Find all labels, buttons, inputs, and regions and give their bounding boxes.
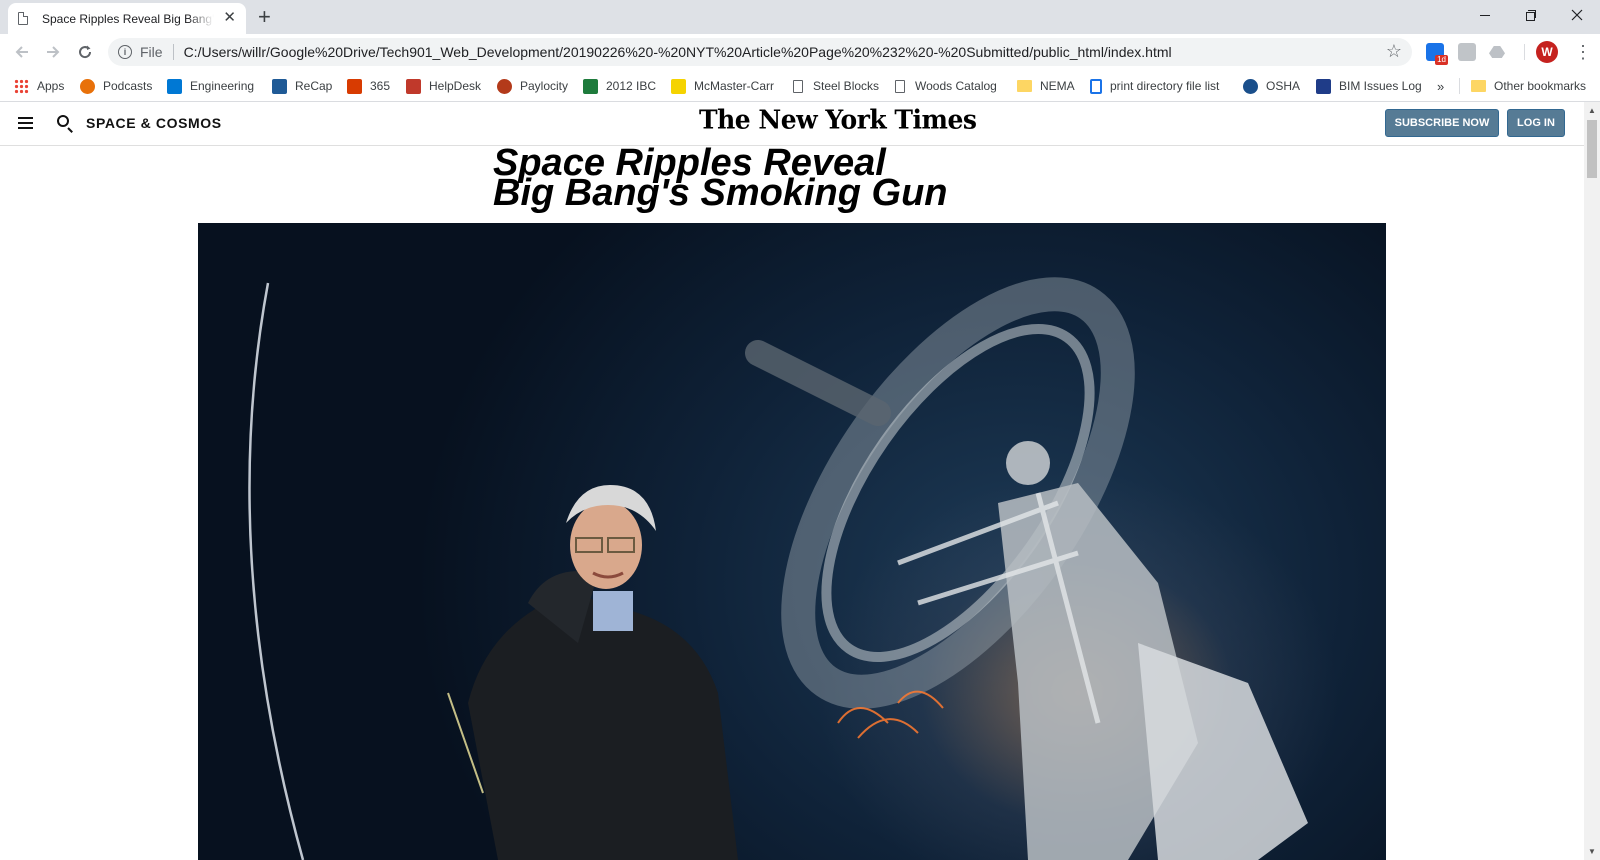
- nyt-logo[interactable]: The New York Times: [699, 104, 977, 134]
- bookmark-label: 365: [370, 79, 391, 93]
- bookmark-label: Other bookmarks: [1494, 79, 1587, 93]
- vertical-scrollbar[interactable]: ▲ ▼: [1584, 102, 1600, 860]
- forward-button[interactable]: [41, 40, 65, 64]
- bookmarks-bar: Apps Podcasts Engineering ReCap 365 Help…: [0, 70, 1600, 102]
- browser-toolbar: i File C:/Users/willr/Google%20Drive/Tec…: [0, 34, 1600, 70]
- bookmark-apps[interactable]: Apps: [14, 70, 64, 102]
- page-icon: [18, 12, 28, 25]
- tab-title: Space Ripples Reveal Big Bang's Smoking …: [42, 11, 214, 26]
- bookmark-recap[interactable]: ReCap: [272, 70, 332, 102]
- bookmark-label: print directory file list: [1110, 79, 1220, 93]
- tab-strip: Space Ripples Reveal Big Bang's Smoking …: [0, 0, 1600, 34]
- bookmark-podcasts[interactable]: Podcasts: [80, 70, 152, 102]
- toolbar-divider: [1524, 44, 1525, 60]
- page-viewport: SPACE & COSMOS The New York Times SUBSCR…: [0, 102, 1584, 860]
- reload-icon: [79, 45, 92, 59]
- arrow-left-icon: [15, 46, 28, 58]
- search-icon[interactable]: [57, 115, 69, 127]
- recap-icon: [272, 78, 287, 94]
- sharepoint-icon: [167, 78, 182, 94]
- scrollbar-thumb[interactable]: [1587, 120, 1597, 178]
- bookmark-label: Podcasts: [103, 79, 153, 93]
- back-button[interactable]: [10, 40, 34, 64]
- subscribe-button[interactable]: SUBSCRIBE NOW: [1385, 109, 1499, 137]
- more-menu-icon[interactable]: ⋮: [1574, 41, 1592, 63]
- hero-image: [198, 223, 1386, 860]
- mcmaster-icon: [671, 78, 686, 94]
- close-window-button[interactable]: [1554, 0, 1600, 30]
- close-icon: [1571, 9, 1583, 21]
- extension-badge: 1d: [1435, 55, 1448, 65]
- article-headline: Space Ripples Reveal Big Bang's Smoking …: [493, 144, 1053, 214]
- reload-button[interactable]: [73, 40, 97, 64]
- bookmark-label: McMaster-Carr: [694, 79, 774, 93]
- bookmarks-overflow-button[interactable]: »: [1437, 70, 1444, 102]
- headline-line-2: Big Bang's Smoking Gun: [493, 172, 948, 214]
- bookmark-label: BIM Issues Log: [1339, 79, 1422, 93]
- bookmark-steel-blocks[interactable]: Steel Blocks: [793, 70, 879, 102]
- bookmark-label: Paylocity: [520, 79, 569, 93]
- bookmark-label: Woods Catalog: [915, 79, 997, 93]
- extension-icon[interactable]: [1458, 43, 1476, 61]
- bookmark-mcmaster[interactable]: McMaster-Carr: [671, 70, 774, 102]
- bookmark-nema[interactable]: NEMA: [1017, 70, 1075, 102]
- bookmark-label: OSHA: [1266, 79, 1301, 93]
- tab-close-icon[interactable]: ✕: [223, 10, 236, 26]
- info-icon[interactable]: i: [118, 45, 132, 59]
- bookmark-label: NEMA: [1040, 79, 1075, 93]
- folder-icon: [1471, 80, 1486, 92]
- omnibox-divider: [172, 44, 174, 60]
- osha-icon: [1243, 78, 1258, 94]
- arrow-right-icon: [47, 46, 60, 58]
- profile-avatar[interactable]: W: [1536, 41, 1558, 63]
- login-button[interactable]: LOG IN: [1507, 109, 1565, 137]
- site-header: SPACE & COSMOS The New York Times SUBSCR…: [0, 102, 1584, 146]
- bookmark-osha[interactable]: OSHA: [1243, 70, 1300, 102]
- extension-calendar-icon[interactable]: 1d: [1426, 43, 1448, 65]
- bim-icon: [1316, 78, 1331, 94]
- bookmark-bim-issues[interactable]: BIM Issues Log: [1316, 70, 1422, 102]
- minimize-icon: [1480, 14, 1490, 16]
- restore-button[interactable]: [1508, 0, 1554, 30]
- url-text[interactable]: C:/Users/willr/Google%20Drive/Tech901_We…: [184, 44, 1172, 60]
- page-icon: [793, 79, 803, 93]
- apps-grid-icon: [14, 78, 29, 94]
- bracket-icon: [1090, 78, 1102, 94]
- restore-icon: [1526, 10, 1536, 21]
- bookmark-label: Steel Blocks: [813, 79, 880, 93]
- podcasts-icon: [80, 78, 95, 94]
- bookmark-engineering[interactable]: Engineering: [167, 70, 254, 102]
- section-label[interactable]: SPACE & COSMOS: [86, 115, 222, 131]
- bookmark-woods-catalog[interactable]: Woods Catalog: [895, 70, 997, 102]
- address-bar[interactable]: i File C:/Users/willr/Google%20Drive/Tec…: [108, 38, 1412, 66]
- paylocity-icon: [497, 78, 512, 94]
- bookmark-label: ReCap: [295, 79, 333, 93]
- bookmark-ibc[interactable]: 2012 IBC: [583, 70, 656, 102]
- bookmarks-divider: [1459, 78, 1460, 94]
- bookmark-other[interactable]: Other bookmarks: [1471, 70, 1586, 102]
- scroll-up-icon[interactable]: ▲: [1588, 106, 1596, 115]
- folder-icon: [1017, 80, 1032, 92]
- ibc-icon: [583, 78, 598, 94]
- office-365-icon: [347, 78, 362, 94]
- browser-tab-active[interactable]: Space Ripples Reveal Big Bang's Smoking …: [8, 3, 246, 34]
- drive-extension-icon[interactable]: [1488, 43, 1506, 61]
- scheme-label: File: [140, 44, 163, 60]
- minimize-button[interactable]: [1462, 0, 1508, 30]
- bookmark-print-directory[interactable]: print directory file list: [1090, 70, 1219, 102]
- bookmark-paylocity[interactable]: Paylocity: [497, 70, 568, 102]
- bookmark-365[interactable]: 365: [347, 70, 390, 102]
- bookmark-helpdesk[interactable]: HelpDesk: [406, 70, 481, 102]
- bookmark-label: 2012 IBC: [606, 79, 657, 93]
- new-tab-button[interactable]: +: [258, 4, 271, 30]
- bookmark-label: Engineering: [190, 79, 255, 93]
- bookmark-label: Apps: [37, 79, 65, 93]
- page-icon: [895, 79, 905, 93]
- helpdesk-icon: [406, 78, 421, 94]
- hamburger-menu-icon[interactable]: [18, 117, 33, 129]
- bookmark-label: HelpDesk: [429, 79, 482, 93]
- bookmark-star-icon[interactable]: ☆: [1386, 41, 1402, 62]
- telescope-scene-illustration: [248, 277, 1308, 860]
- scroll-down-icon[interactable]: ▼: [1588, 847, 1596, 856]
